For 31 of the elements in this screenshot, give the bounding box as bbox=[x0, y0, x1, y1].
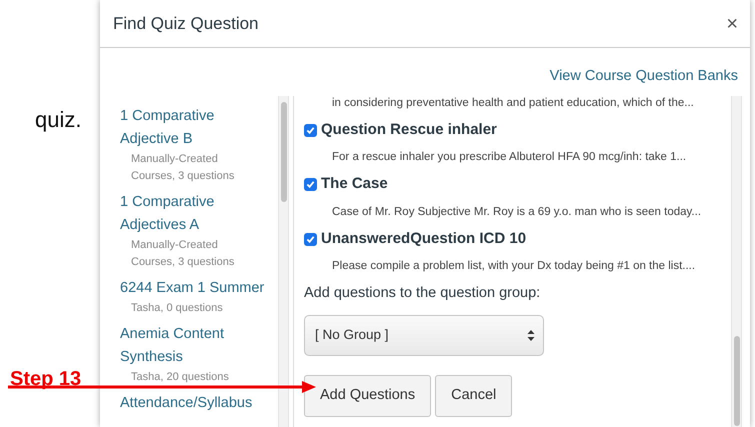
question-description: Please compile a problem list, with your Dx today being #1 on the list.... bbox=[331, 259, 696, 274]
scrollbar[interactable] bbox=[731, 96, 742, 427]
bank-link[interactable]: 1 Comparative Adjectives A bbox=[120, 190, 270, 237]
checkbox[interactable] bbox=[304, 124, 317, 136]
dialog-button[interactable]: Cancel bbox=[435, 375, 512, 417]
question-title: The Case bbox=[321, 174, 388, 194]
dialog-button[interactable]: Add Questions bbox=[304, 375, 432, 417]
scrollbar[interactable] bbox=[278, 96, 289, 427]
bank-link[interactable]: Anemia Content Synthesis bbox=[120, 322, 270, 369]
view-banks-link[interactable]: View Course Question Banks bbox=[550, 66, 738, 88]
bank-meta: Tasha, 0 questions bbox=[131, 300, 224, 316]
bank-meta: Manually-Created Courses, 3 questions bbox=[131, 238, 236, 270]
checkbox[interactable] bbox=[304, 178, 317, 191]
group-label: Add questions to the question group: bbox=[304, 284, 542, 304]
bank-link[interactable]: 1 Comparative Adjective B bbox=[120, 104, 270, 151]
bank-meta: Tasha, 20 questions bbox=[131, 370, 230, 385]
question-title: UnansweredQuestion ICD 10 bbox=[321, 228, 526, 249]
question-description: Case of Mr. Roy Subjective Mr. Roy is a 69 y.o. man who is seen today... bbox=[331, 204, 702, 219]
close-button[interactable]: × bbox=[726, 14, 738, 34]
dialog-title: Find Quiz Question bbox=[113, 12, 259, 35]
bank-link[interactable]: Attendance/Syllabus bbox=[120, 392, 270, 415]
checkbox[interactable] bbox=[304, 232, 317, 246]
question-description: For a rescue inhaler you prescribe Albuterol HFA 90 mcg/inh: take 1... bbox=[331, 150, 688, 164]
updown-caret-icon bbox=[527, 329, 535, 342]
bank-link[interactable]: 6244 Exam 1 Summer bbox=[120, 276, 270, 300]
document-text: quiz. bbox=[35, 107, 82, 132]
bank-meta: Manually-Created Courses, 3 questions bbox=[131, 152, 236, 184]
question-title: Question Rescue inhaler bbox=[321, 120, 497, 140]
question-description: in considering preventative health and patient education, which of the... bbox=[331, 96, 695, 110]
step-label: Step 13 bbox=[10, 367, 82, 392]
group-select[interactable]: [ No Group ] bbox=[304, 315, 544, 356]
